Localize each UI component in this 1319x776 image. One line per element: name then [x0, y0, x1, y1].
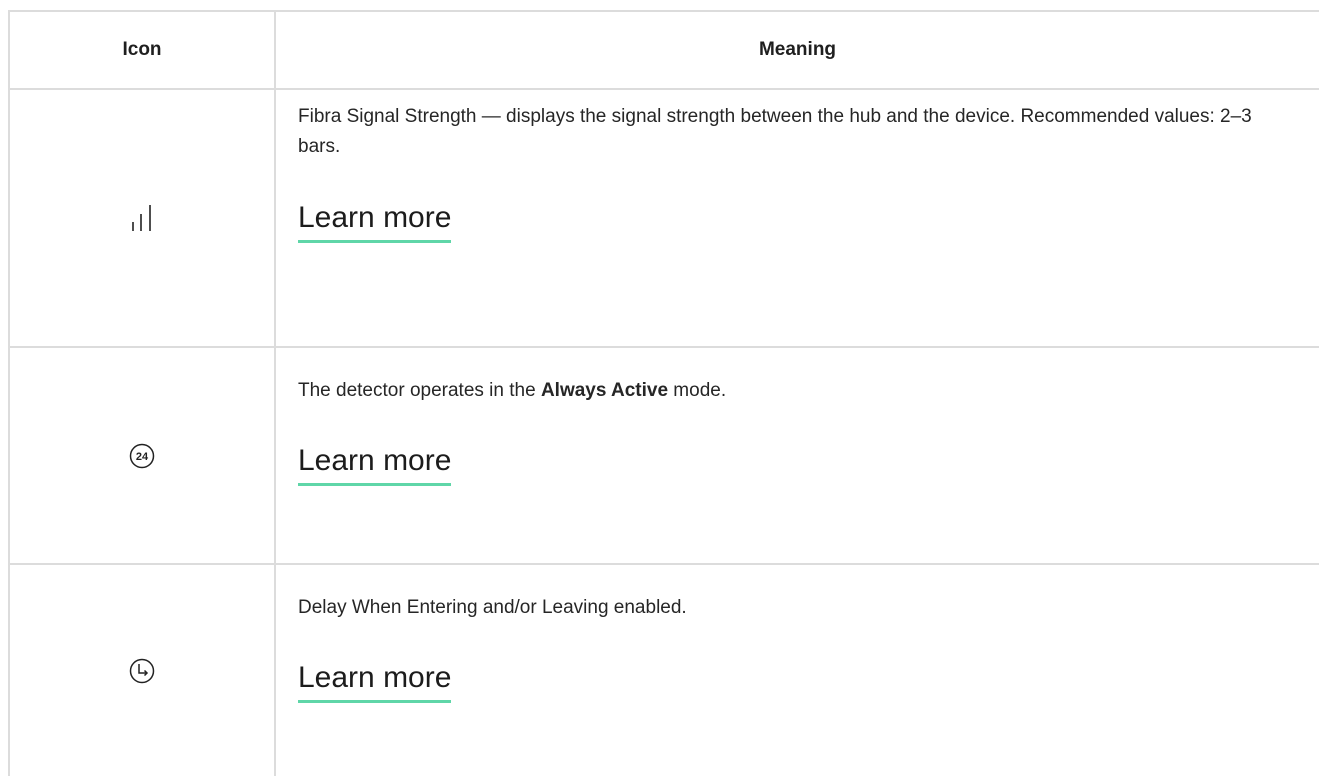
row-description-text: mode.	[668, 380, 727, 401]
signal-strength-icon	[130, 204, 154, 232]
row-description-text: The detector operates in the	[298, 380, 541, 401]
always-active-24-icon: 24	[129, 443, 155, 469]
learn-more-link[interactable]: Learn more	[298, 660, 452, 703]
header-icon-column: Icon	[122, 39, 162, 60]
header-meaning-column: Meaning	[758, 39, 837, 60]
row-description: Delay When Entering and/or Leaving enabl…	[298, 597, 687, 618]
table-row-meaning-cell: Delay When Entering and/or Leaving enabl…	[298, 593, 1298, 703]
learn-more-link[interactable]: Learn more	[298, 443, 452, 486]
learn-more-link[interactable]: Learn more	[298, 200, 452, 243]
always-active-mode-label: Always Active	[540, 380, 669, 401]
table-row-icon-cell	[10, 565, 274, 776]
table-row-icon-cell	[10, 90, 274, 346]
table-row-icon-cell: 24	[10, 348, 274, 563]
row-description: The detector operates in the Always Acti…	[298, 376, 1298, 406]
row-description: Fibra Signal Strength — displays the sig…	[298, 106, 1252, 157]
delay-clock-icon	[129, 658, 155, 684]
table-row-meaning-cell: Fibra Signal Strength — displays the sig…	[298, 102, 1298, 243]
icons-table: Icon Meaning Fibra Signal Strength — dis…	[8, 10, 1319, 776]
table-row-meaning-cell: The detector operates in the Always Acti…	[298, 376, 1298, 486]
always-active-24-icon-label: 24	[136, 451, 149, 463]
table-column-divider	[274, 10, 276, 776]
